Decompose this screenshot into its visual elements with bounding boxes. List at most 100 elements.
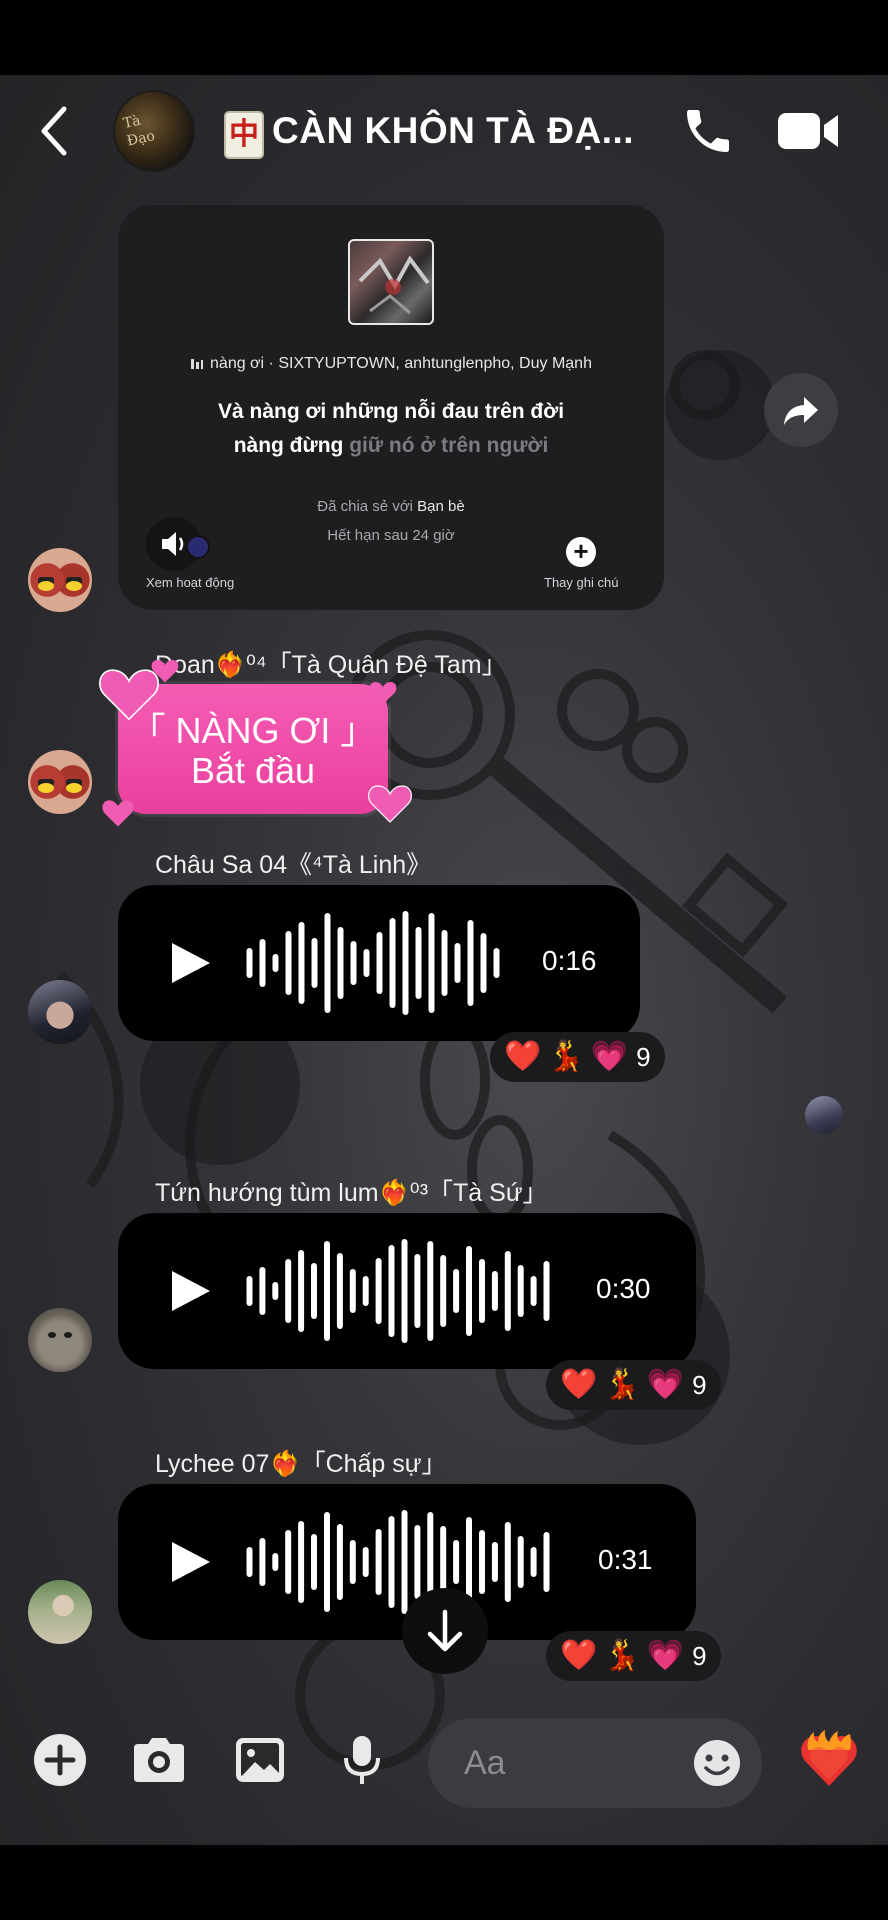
waveform-bar: [362, 1276, 369, 1306]
video-call-button[interactable]: [776, 105, 842, 157]
scroll-to-bottom-button[interactable]: [402, 1588, 488, 1674]
play-icon[interactable]: [166, 1538, 214, 1586]
add-note-button[interactable]: +: [566, 537, 596, 567]
image-icon: [236, 1738, 284, 1782]
song-lyrics: Và nàng ơi những nỗi đau trên đời nàng đ…: [118, 395, 664, 463]
sender-avatar[interactable]: [28, 1308, 92, 1372]
lyric-line-1: Và nàng ơi những nỗi đau trên đời: [217, 400, 565, 423]
song-name: nàng ơi: [210, 355, 265, 372]
waveform-bar: [427, 1241, 434, 1341]
waveform-icon: [246, 1239, 550, 1343]
add-button[interactable]: [32, 1732, 88, 1788]
sender-avatar[interactable]: [28, 980, 92, 1044]
share-button[interactable]: [764, 373, 838, 447]
shared-audience: Bạn bè: [417, 498, 465, 515]
message-reactions[interactable]: ❤️ 💃 💗 9: [546, 1360, 721, 1410]
song-separator: ·: [264, 355, 279, 372]
heart-on-fire-icon: [801, 1730, 857, 1786]
sender-avatar[interactable]: [28, 750, 92, 814]
waveform-bar: [246, 1547, 253, 1577]
waveform-bar: [285, 1259, 292, 1323]
voice-message[interactable]: 0:16: [118, 885, 640, 1041]
message-input[interactable]: Aa: [428, 1718, 762, 1808]
reaction-heart: ❤️: [560, 1368, 598, 1401]
waveform-bar: [530, 1276, 537, 1306]
gallery-button[interactable]: [232, 1732, 288, 1788]
group-title[interactable]: CÀN KHÔN TÀ ĐẠ...: [272, 110, 634, 152]
song-artists: SIXTYUPTOWN, anhtunglenpho, Duy Mạnh: [278, 355, 592, 372]
quick-reaction-button[interactable]: [798, 1728, 860, 1788]
sender-name: Đoan❤️‍🔥⁰⁴「Tà Quân Đệ Tam」: [155, 651, 507, 679]
waveform-icon: [246, 911, 500, 1015]
voice-duration: 0:31: [598, 1544, 653, 1575]
waveform-bar: [530, 1547, 537, 1577]
play-icon[interactable]: [166, 939, 214, 987]
reaction-pink-heart: 💗: [646, 1639, 685, 1672]
lyric-line-2-bright: nàng đừng: [233, 434, 344, 457]
sender-avatar[interactable]: [28, 1580, 92, 1644]
sender-avatar[interactable]: [28, 548, 92, 612]
reaction-count: 9: [636, 1041, 651, 1072]
waveform-bar: [337, 927, 344, 999]
waveform-bar: [480, 933, 487, 993]
message-reactions[interactable]: ❤️ 💃 💗 9: [546, 1631, 721, 1681]
mahjong-icon: 中: [224, 111, 264, 159]
waveform-bar: [402, 911, 409, 1015]
waveform-bar: [259, 1538, 266, 1586]
waveform-bar: [517, 1536, 524, 1588]
waveform-bar: [362, 1547, 369, 1577]
waveform-bar: [349, 1540, 356, 1584]
play-icon[interactable]: [166, 1267, 214, 1315]
voice-duration: 0:30: [596, 1273, 651, 1304]
plus-circle-icon: [34, 1734, 86, 1786]
camera-button[interactable]: [130, 1732, 186, 1788]
camera-icon: [134, 1738, 184, 1782]
waveform-bar: [298, 1250, 305, 1332]
music-note-card[interactable]: nàng ơi · SIXTYUPTOWN, anhtunglenpho, Du…: [118, 205, 664, 610]
waveform-bar: [388, 1245, 395, 1337]
group-avatar[interactable]: Tà Đạo: [113, 90, 195, 172]
waveform-bar: [349, 1269, 356, 1313]
waveform-bar: [493, 948, 500, 978]
waveform-bar: [375, 1258, 382, 1324]
lyric-line-2-dim: giữ nó ở trên người: [343, 434, 549, 457]
waveform-bar: [324, 1241, 330, 1341]
waveform-bar: [285, 931, 292, 995]
waveform-bar: [491, 1542, 498, 1582]
waveform-bar: [259, 1267, 266, 1315]
waveform-bar: [389, 918, 396, 1008]
note-author-avatar: [186, 535, 210, 559]
waveform-bar: [324, 1512, 330, 1612]
group-avatar-text: Tà Đạo: [121, 112, 157, 150]
message-reactions[interactable]: ❤️ 💃 💗 9: [490, 1032, 665, 1082]
waveform-bar: [388, 1516, 395, 1608]
voice-message[interactable]: 0:30: [118, 1213, 696, 1369]
back-button[interactable]: [32, 103, 76, 159]
waveform-bar: [375, 1529, 382, 1595]
waveform-bar: [543, 1261, 550, 1321]
waveform-bar: [440, 1255, 447, 1327]
waveform-bar: [467, 920, 474, 1006]
reaction-count: 9: [692, 1640, 707, 1671]
waveform-bar: [324, 913, 331, 1013]
waveform-bar: [401, 1239, 408, 1343]
voice-call-button[interactable]: [680, 103, 736, 159]
waveform-bar: [272, 1553, 279, 1571]
voice-record-button[interactable]: [334, 1732, 390, 1788]
waveform-bar: [311, 1534, 317, 1590]
share-arrow-icon: [784, 397, 818, 425]
waveform-bar: [491, 1271, 498, 1311]
message-composer: Aa: [0, 1700, 888, 1830]
waveform-bar: [311, 938, 318, 988]
change-note-label[interactable]: Thay ghi chú: [544, 575, 618, 590]
note-shared-with: Đã chia sẻ với Bạn bè: [118, 498, 664, 515]
view-activity-label[interactable]: Xem hoạt động: [146, 575, 234, 590]
waveform-bar: [272, 954, 279, 972]
waveform-bar: [246, 948, 253, 978]
waveform-bar: [415, 927, 422, 999]
sticker-line-2: Bắt đầu: [190, 750, 316, 791]
waveform-icon: [246, 1510, 550, 1614]
smiley-icon[interactable]: [692, 1738, 742, 1788]
waveform-bar: [454, 943, 461, 983]
waveform-bar: [311, 1263, 317, 1319]
